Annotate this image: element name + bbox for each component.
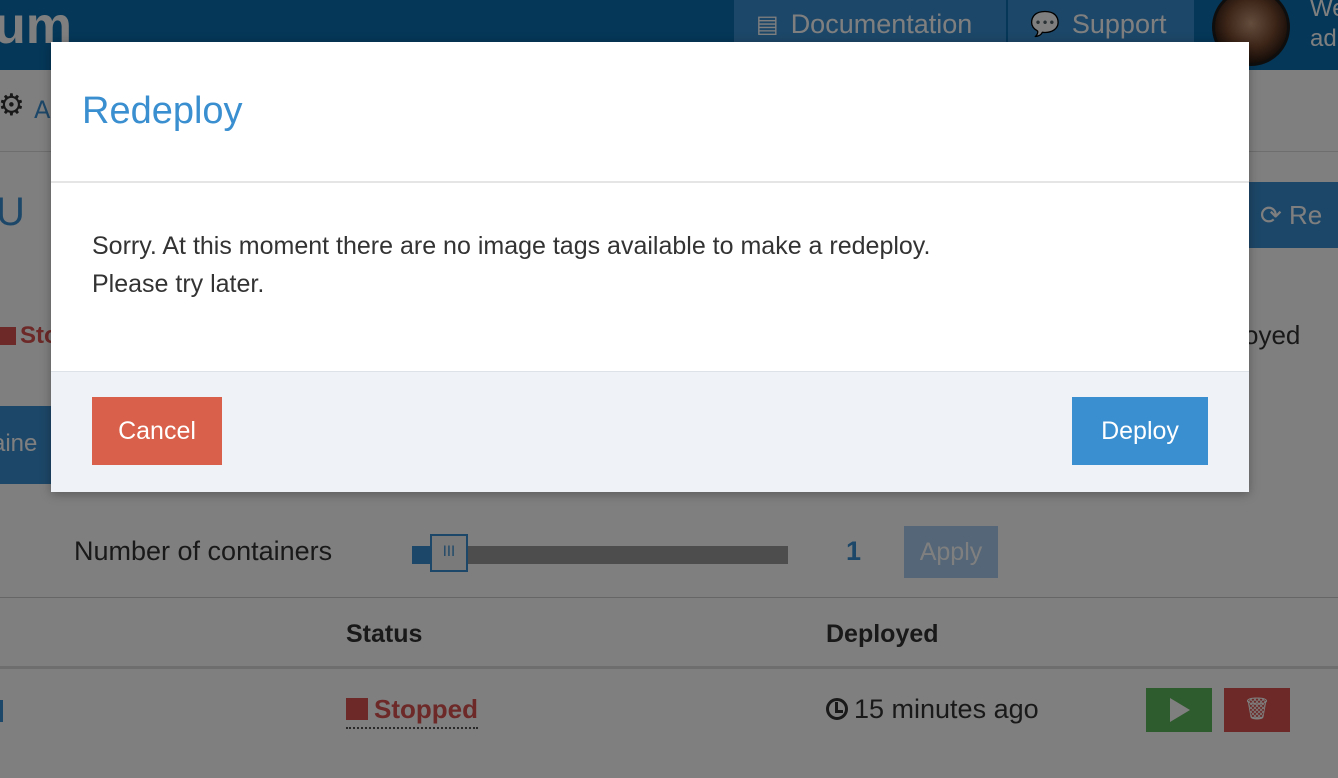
redeploy-modal: Redeploy Sorry. At this moment there are… [51,42,1249,492]
modal-message: Sorry. At this moment there are no image… [92,227,930,303]
modal-message-line-1: Sorry. At this moment there are no image… [92,232,931,260]
modal-footer: Cancel Deploy [51,371,1249,492]
deploy-button[interactable]: Deploy [1072,397,1208,465]
modal-header: Redeploy [51,42,1249,183]
modal-body: Sorry. At this moment there are no image… [51,183,1249,371]
cancel-button[interactable]: Cancel [92,397,222,465]
modal-message-line-2: Please try later. [92,270,265,298]
modal-title: Redeploy [82,90,243,132]
